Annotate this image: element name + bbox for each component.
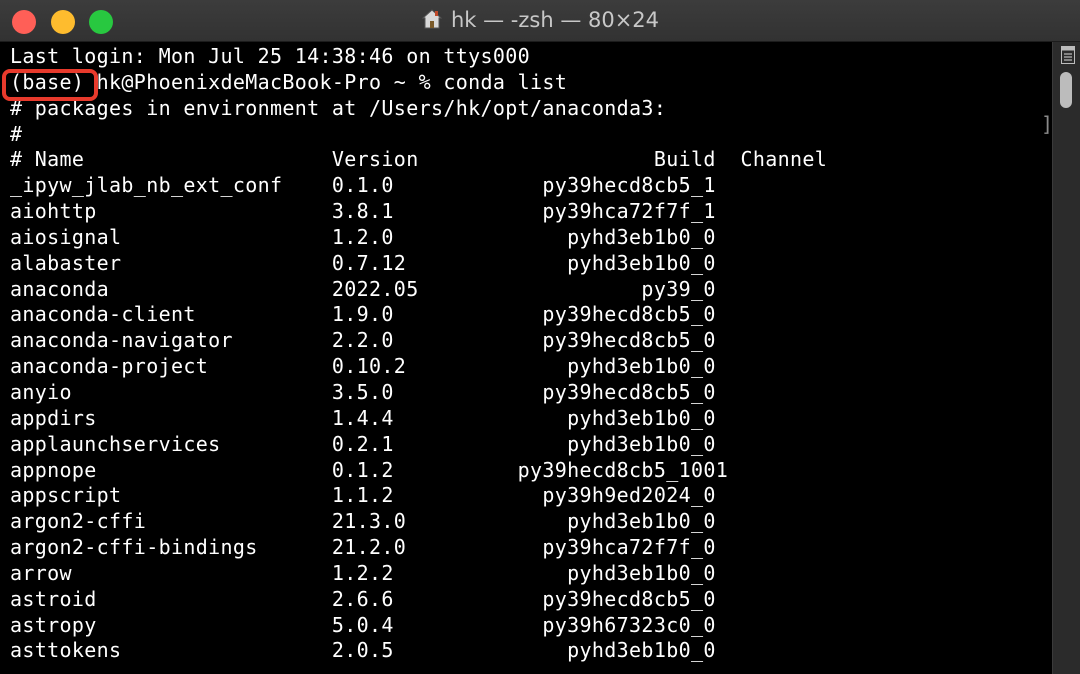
- package-row: astroid 2.6.6 py39hecd8cb5_0: [10, 586, 716, 611]
- package-row: aiohttp 3.8.1 py39hca72f7f_1: [10, 199, 716, 224]
- package-row: arrow 1.2.2 pyhd3eb1b0_0: [10, 560, 716, 585]
- package-row: argon2-cffi-bindings 21.2.0 py39hca72f7f…: [10, 535, 716, 560]
- terminal-line: Last login: Mon Jul 25 14:38:46 on ttys0…: [10, 44, 531, 68]
- terminal-content[interactable]: Last login: Mon Jul 25 14:38:46 on ttys0…: [0, 42, 1053, 674]
- package-row: appscript 1.1.2 py39h9ed2024_0: [10, 483, 716, 508]
- table-header-line: # Name Version Build Channel: [10, 147, 828, 172]
- window-title: hk — -zsh — 80×24: [450, 8, 660, 32]
- package-row: argon2-cffi 21.3.0 pyhd3eb1b0_0: [10, 509, 716, 534]
- scrollbar[interactable]: [1052, 42, 1080, 674]
- package-row: appnope 0.1.2 py39hecd8cb5_1001: [10, 457, 729, 482]
- terminal-line: #: [10, 121, 23, 146]
- package-row: asttokens 2.0.5 pyhd3eb1b0_0: [10, 638, 716, 663]
- scrollbar-thumb[interactable]: [1060, 72, 1072, 108]
- package-row: anyio 3.5.0 py39hecd8cb5_0: [10, 379, 716, 404]
- window-title-area: hk — -zsh — 80×24: [0, 8, 1080, 35]
- package-row: _ipyw_jlab_nb_ext_conf 0.1.0 py39hecd8cb…: [10, 173, 716, 198]
- package-row: alabaster 0.7.12 pyhd3eb1b0_0: [10, 250, 716, 275]
- terminal-line: # packages in environment at /Users/hk/o…: [10, 95, 667, 120]
- base-env-highlight: [2, 69, 98, 101]
- package-row: anaconda-navigator 2.2.0 py39hecd8cb5_0: [10, 328, 716, 353]
- package-row: anaconda 2022.05 py39_0: [10, 276, 716, 301]
- package-row: astropy 5.0.4 py39h67323c0_0: [10, 612, 716, 637]
- package-row: anaconda-client 1.9.0 py39hecd8cb5_0: [10, 302, 716, 327]
- prompt-line: (base) hk@PhoenixdeMacBook-Pro ~ % conda…: [10, 69, 568, 94]
- split-view-icon[interactable]: [1061, 46, 1075, 64]
- package-row: appdirs 1.4.4 pyhd3eb1b0_0: [10, 405, 716, 430]
- terminal-output: Last login: Mon Jul 25 14:38:46 on ttys0…: [10, 44, 827, 664]
- terminal-window: hk — -zsh — 80×24 Last login: Mon Jul 25…: [0, 0, 1080, 674]
- title-bar[interactable]: hk — -zsh — 80×24: [0, 0, 1080, 42]
- home-folder-icon: [421, 8, 443, 35]
- package-row: applaunchservices 0.2.1 pyhd3eb1b0_0: [10, 431, 716, 456]
- package-row: anaconda-project 0.10.2 pyhd3eb1b0_0: [10, 354, 716, 379]
- package-row: aiosignal 1.2.0 pyhd3eb1b0_0: [10, 224, 716, 249]
